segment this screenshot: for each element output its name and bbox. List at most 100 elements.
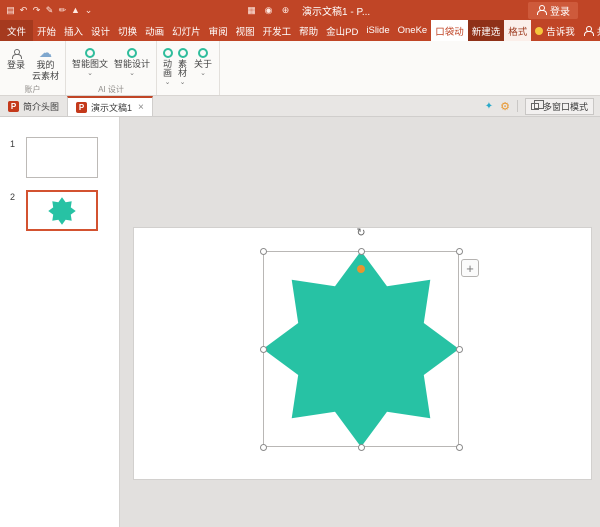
quick-add-button[interactable]: + — [461, 259, 479, 277]
slide-number: 1 — [10, 137, 20, 178]
group-label-account: 账户 — [3, 84, 62, 95]
shape-adjust-handle[interactable] — [357, 265, 365, 273]
slide-1-preview[interactable] — [26, 137, 98, 178]
smart-graphics-icon — [85, 48, 95, 58]
selection-handle-ne[interactable] — [456, 248, 463, 255]
assets-label: 素材 — [178, 60, 187, 78]
dropdown-caret-icon: ⌄ — [180, 80, 186, 86]
ribbon-tab-pocket-animation[interactable]: 口袋动 — [431, 20, 468, 41]
multi-window-icon — [531, 103, 539, 110]
editing-canvas[interactable]: ↻ + — [120, 117, 600, 527]
smart-design-button[interactable]: 智能设计 ⌄ — [111, 45, 153, 78]
grid-view-icon[interactable]: ▦ — [245, 5, 258, 16]
ribbon-group-tools: 动画 ⌄ 素材 ⌄ 关于 ⌄ — [157, 41, 220, 95]
ribbon-tab-design[interactable]: 设计 — [87, 20, 114, 41]
selection-handle-s[interactable] — [358, 444, 365, 451]
selection-handle-nw[interactable] — [260, 248, 267, 255]
close-tab-icon[interactable]: × — [138, 102, 144, 113]
my-cloud-assets-label-line1: 我的 — [37, 61, 55, 70]
ribbon-tab-islide[interactable]: iSlide — [362, 20, 393, 41]
document-tab-intro-label: 简介头图 — [23, 100, 59, 113]
selection-handle-se[interactable] — [456, 444, 463, 451]
dropdown-caret-icon: ⌄ — [165, 80, 171, 86]
tell-me-box[interactable]: 告诉我 — [531, 20, 579, 41]
titlebar-login-button[interactable]: 登录 — [528, 2, 578, 19]
cloud-icon: ☁ — [39, 46, 52, 59]
multi-window-label: 多窗口模式 — [543, 100, 588, 113]
group-label-tools — [160, 87, 216, 95]
repair-sparkle-icon[interactable]: ✦ — [485, 101, 493, 112]
undo-icon[interactable]: ↶ — [17, 5, 30, 16]
document-tab-intro[interactable]: P 简介头图 — [0, 96, 67, 116]
lightbulb-icon — [535, 27, 543, 35]
record-icon[interactable]: ◉ — [262, 5, 275, 16]
login-button-label: 登录 — [7, 61, 25, 70]
titlebar-login-label: 登录 — [550, 3, 570, 18]
titlebar-center-icons: ▦ ◉ ⊕ — [245, 5, 292, 16]
ribbon-tab-developer[interactable]: 开发工 — [259, 20, 296, 41]
ribbon-tab-onekey[interactable]: OneKe — [394, 20, 432, 41]
ribbon-group-ai-design: 智能图文 ⌄ 智能设计 ⌄ AI 设计 — [66, 41, 157, 95]
quick-access-more-icon[interactable]: ⌄ — [82, 5, 95, 16]
about-icon — [198, 48, 208, 58]
ribbon-tab-review[interactable]: 审阅 — [205, 20, 232, 41]
document-tab-presentation1[interactable]: P 演示文稿1 × — [67, 96, 153, 116]
slide-thumbnail-2[interactable]: 2 — [10, 190, 111, 231]
dropdown-caret-icon: ⌄ — [87, 71, 93, 77]
ribbon-tab-help[interactable]: 帮助 — [295, 20, 322, 41]
document-tab-presentation1-label: 演示文稿1 — [91, 101, 132, 114]
ribbon-tab-file[interactable]: 文件 — [0, 20, 33, 41]
share-button[interactable]: 共享 — [579, 20, 600, 41]
selection-handle-sw[interactable] — [260, 444, 267, 451]
format-painter-icon[interactable]: ✎ — [43, 5, 56, 16]
settings-gear-icon[interactable]: ⚙ — [500, 100, 510, 113]
workspace: 1 2 — [0, 117, 600, 527]
document-tab-bar: P 简介头图 P 演示文稿1 × ✦ ⚙ 多窗口模式 — [0, 96, 600, 117]
pen-icon[interactable]: ✏ — [56, 5, 69, 16]
selection-bounding-box — [263, 251, 459, 447]
marker-icon[interactable]: ▲ — [69, 5, 82, 15]
separator — [517, 100, 518, 112]
my-cloud-assets-button[interactable]: ☁ 我的 云素材 — [29, 45, 62, 82]
ribbon-tab-jinshan-pdf[interactable]: 金山PD — [322, 20, 362, 41]
ribbon-tab-format[interactable]: 格式 — [504, 20, 531, 41]
ribbon-tab-transitions[interactable]: 切换 — [114, 20, 141, 41]
redo-icon[interactable]: ↷ — [30, 5, 43, 16]
slide-thumbnail-panel: 1 2 — [0, 117, 120, 527]
person-icon — [536, 5, 546, 15]
login-button[interactable]: 登录 — [3, 45, 29, 71]
titlebar: ▤ ↶ ↷ ✎ ✏ ▲ ⌄ ▦ ◉ ⊕ 演示文稿1 - P... 登录 — [0, 0, 600, 20]
my-cloud-assets-label-line2: 云素材 — [32, 72, 59, 81]
star-shape-thumbnail — [48, 197, 76, 225]
selection-handle-w[interactable] — [260, 346, 267, 353]
animation-button[interactable]: 动画 ⌄ — [160, 45, 175, 87]
new-icon[interactable]: ⊕ — [279, 5, 292, 16]
smart-graphics-label: 智能图文 — [72, 60, 108, 69]
ribbon-tab-view[interactable]: 视图 — [232, 20, 259, 41]
ribbon-content: 登录 ☁ 我的 云素材 账户 智能图文 ⌄ 智能设计 — [0, 41, 600, 96]
ribbon-tab-slideshow[interactable]: 幻灯片 — [168, 20, 205, 41]
ribbon-tab-insert[interactable]: 插入 — [60, 20, 87, 41]
ribbon-tab-home[interactable]: 开始 — [33, 20, 60, 41]
assets-button[interactable]: 素材 ⌄ — [175, 45, 190, 87]
ribbon-group-account: 登录 ☁ 我的 云素材 账户 — [0, 41, 66, 95]
slide-editing-area[interactable]: ↻ + — [133, 227, 592, 480]
selection-handle-e[interactable] — [456, 346, 463, 353]
rotate-handle-icon[interactable]: ↻ — [354, 227, 368, 239]
slide-number: 2 — [10, 190, 20, 231]
multi-window-mode-button[interactable]: 多窗口模式 — [525, 98, 594, 115]
slide-2-preview[interactable] — [26, 190, 98, 231]
selection-handle-n[interactable] — [358, 248, 365, 255]
share-person-icon — [583, 26, 593, 36]
ribbon-tab-animations[interactable]: 动画 — [141, 20, 168, 41]
assets-icon — [178, 48, 188, 58]
tell-me-label: 告诉我 — [546, 24, 575, 38]
ppt-file-icon: P — [76, 102, 87, 113]
about-button[interactable]: 关于 ⌄ — [190, 45, 216, 78]
smart-design-icon — [127, 48, 137, 58]
save-icon[interactable]: ▤ — [4, 5, 17, 16]
ppt-file-icon: P — [8, 101, 19, 112]
slide-thumbnail-1[interactable]: 1 — [10, 137, 111, 178]
ribbon-tab-new-tab[interactable]: 新建选 — [468, 20, 505, 41]
smart-graphics-button[interactable]: 智能图文 ⌄ — [69, 45, 111, 78]
